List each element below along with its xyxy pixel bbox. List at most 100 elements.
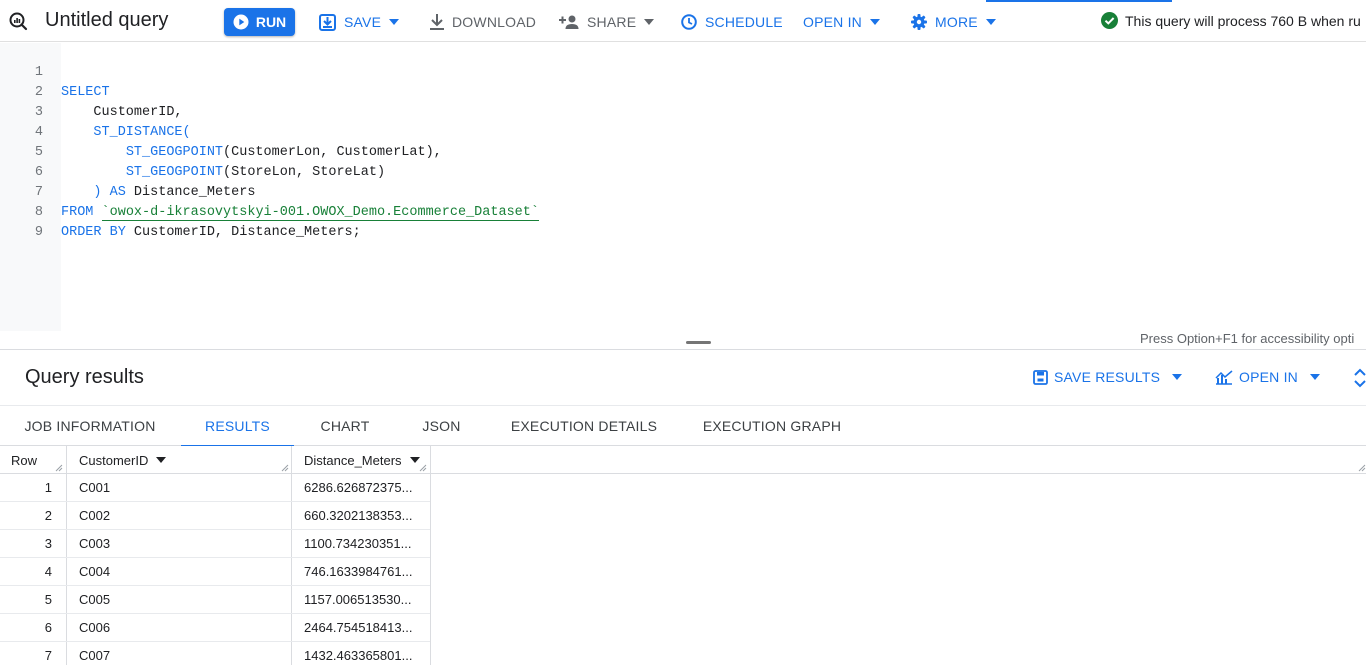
- accessibility-hint: Press Option+F1 for accessibility opti: [1140, 331, 1355, 346]
- clock-icon: [681, 14, 697, 30]
- save-label: SAVE: [344, 14, 382, 30]
- column-header-distance-meters[interactable]: Distance_Meters: [304, 446, 420, 474]
- cell-customerid[interactable]: C005: [79, 586, 279, 614]
- table-row[interactable]: 2 C002 660.3202138353...: [0, 502, 430, 530]
- table-row[interactable]: 4 C004 746.1633984761...: [0, 558, 430, 586]
- column-resize-icon[interactable]: [55, 464, 63, 472]
- run-button[interactable]: RUN: [224, 8, 295, 36]
- run-label: RUN: [255, 14, 287, 30]
- cell-distance-meters[interactable]: 1432.463365801...: [304, 642, 424, 665]
- sql-keyword: ORDER BY: [61, 225, 126, 240]
- column-header-row: Row: [11, 446, 37, 474]
- schedule-button[interactable]: SCHEDULE: [681, 13, 783, 31]
- chevron-down-icon: [389, 19, 400, 25]
- tab-chart[interactable]: CHART: [296, 406, 394, 446]
- chevron-down-icon: [1309, 374, 1320, 380]
- results-open-in-button[interactable]: OPEN IN: [1215, 369, 1320, 385]
- row-number: 3: [44, 536, 52, 551]
- gear-icon: [911, 14, 927, 30]
- cell-distance-meters[interactable]: 6286.626872375...: [304, 474, 424, 502]
- chevron-down-icon: [869, 19, 880, 25]
- row-number: 7: [44, 648, 52, 663]
- cell-customerid[interactable]: C003: [79, 530, 279, 558]
- code-line: 2 CustomerID,: [0, 63, 1366, 120]
- column-header-label: Row: [11, 452, 38, 468]
- panel-resize-handle[interactable]: [686, 341, 711, 344]
- query-title[interactable]: Untitled query: [45, 9, 168, 32]
- panel-divider: [0, 349, 1366, 350]
- cell-customerid[interactable]: C002: [79, 502, 279, 530]
- tab-execution-details[interactable]: EXECUTION DETAILS: [489, 406, 679, 446]
- share-button[interactable]: SHARE: [559, 13, 655, 31]
- results-title: Query results: [25, 366, 144, 388]
- status-text: This query will process 760 B when ru: [1125, 12, 1361, 29]
- cell-distance-meters[interactable]: 1100.734230351...: [304, 530, 424, 558]
- column-menu-icon[interactable]: [409, 457, 420, 463]
- column-resize-icon[interactable]: [1358, 464, 1366, 472]
- results-tabs: JOB INFORMATION RESULTS CHART JSON EXECU…: [0, 405, 1366, 447]
- person-add-icon: [559, 15, 579, 29]
- tab-indicator: [986, 0, 1172, 2]
- cell-distance-meters[interactable]: 2464.754518413...: [304, 614, 424, 642]
- play-icon: [233, 14, 249, 30]
- more-button[interactable]: MORE: [911, 13, 996, 31]
- tab-execution-graph[interactable]: EXECUTION GRAPH: [679, 406, 865, 446]
- column-header-customerid[interactable]: CustomerID: [79, 446, 167, 474]
- open-in-label: OPEN IN: [803, 14, 862, 30]
- table-row[interactable]: 5 C005 1157.006513530...: [0, 586, 430, 614]
- column-resize-icon[interactable]: [419, 464, 427, 472]
- table-row[interactable]: 6 C006 2464.754518413...: [0, 614, 430, 642]
- share-label: SHARE: [587, 14, 637, 30]
- results-table: Row CustomerID Distance_Meters 1 C001 62…: [0, 446, 1366, 665]
- code-line: 6 ) AS Distance_Meters: [0, 143, 1366, 200]
- table-row[interactable]: 7 C007 1432.463365801...: [0, 642, 430, 665]
- tab-results[interactable]: RESULTS: [181, 406, 294, 447]
- column-header-label: CustomerID: [79, 452, 149, 468]
- chart-icon: [1215, 369, 1233, 385]
- save-results-button[interactable]: SAVE RESULTS: [1033, 369, 1183, 385]
- cell-distance-meters[interactable]: 746.1633984761...: [304, 558, 424, 586]
- row-number: 6: [44, 620, 52, 635]
- more-label: MORE: [935, 14, 978, 30]
- tab-json[interactable]: JSON: [394, 406, 489, 446]
- code-line: 1 SELECT: [0, 43, 1366, 100]
- download-label: DOWNLOAD: [452, 14, 537, 30]
- expand-collapse-icon[interactable]: [1353, 368, 1366, 388]
- save-icon: [319, 13, 336, 31]
- code-line: 9: [0, 203, 1366, 240]
- download-button[interactable]: DOWNLOAD: [430, 13, 536, 31]
- cell-customerid[interactable]: C007: [79, 642, 279, 665]
- column-menu-icon[interactable]: [156, 457, 167, 463]
- query-toolbar: Untitled query RUN SAVE DOWNLOAD SHARE S…: [0, 0, 1366, 42]
- table-row[interactable]: 1 C001 6286.626872375...: [0, 474, 430, 502]
- row-number: 2: [44, 508, 52, 523]
- open-in-button[interactable]: OPEN IN: [803, 13, 880, 31]
- save-button[interactable]: SAVE: [319, 13, 400, 31]
- code-line: 5 ST_GEOGPOINT(StoreLon, StoreLat): [0, 123, 1366, 180]
- chevron-down-icon: [985, 19, 996, 25]
- download-icon: [430, 14, 444, 30]
- save-results-label: SAVE RESULTS: [1054, 369, 1161, 385]
- code-line: 3 ST_DISTANCE(: [0, 83, 1366, 140]
- results-open-in-label: OPEN IN: [1239, 369, 1298, 385]
- column-divider: [430, 446, 431, 665]
- cell-distance-meters[interactable]: 1157.006513530...: [304, 586, 424, 614]
- row-number: 4: [44, 564, 52, 579]
- column-resize-icon[interactable]: [281, 464, 289, 472]
- column-header-label: Distance_Meters: [304, 452, 402, 468]
- tab-job-information[interactable]: JOB INFORMATION: [0, 406, 180, 446]
- table-row[interactable]: 3 C003 1100.734230351...: [0, 530, 430, 558]
- code-line: 7 FROM `owox-d-ikrasovytskyi-001.OWOX_De…: [0, 163, 1366, 221]
- query-validation-status: This query will process 760 B when ru: [1101, 12, 1361, 29]
- cell-distance-meters[interactable]: 660.3202138353...: [304, 502, 424, 530]
- sql-editor[interactable]: 1 SELECT 2 CustomerID, 3 ST_DISTANCE( 4 …: [0, 43, 1366, 331]
- code-line: 4 ST_GEOGPOINT(CustomerLon, CustomerLat)…: [0, 103, 1366, 160]
- code-text: CustomerID, Distance_Meters;: [125, 225, 361, 240]
- cell-customerid[interactable]: C006: [79, 614, 279, 642]
- cell-customerid[interactable]: C004: [79, 558, 279, 586]
- code-line: 8 ORDER BY CustomerID, Distance_Meters;: [0, 183, 1366, 240]
- row-number: 1: [44, 480, 52, 495]
- cell-customerid[interactable]: C001: [79, 474, 279, 502]
- table-header: Row CustomerID Distance_Meters: [0, 446, 1366, 474]
- check-circle-icon: [1101, 12, 1118, 29]
